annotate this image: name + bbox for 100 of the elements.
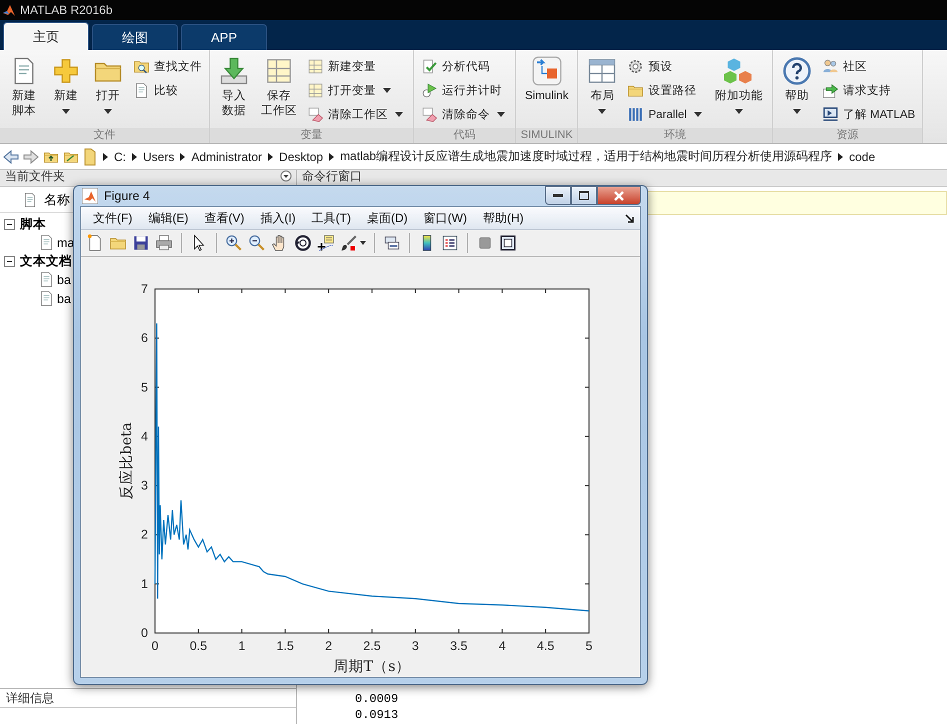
arrow-right-icon xyxy=(822,82,839,99)
breadcrumb-item[interactable]: Administrator xyxy=(191,150,262,164)
file-name[interactable]: ba xyxy=(57,272,71,286)
menu-item[interactable]: 帮助(H) xyxy=(474,210,532,226)
close-button[interactable] xyxy=(597,186,641,205)
maximize-button[interactable] xyxy=(571,186,597,205)
column-header[interactable]: 名称 xyxy=(44,190,70,208)
folder-search-icon xyxy=(133,58,150,75)
ribbon-button[interactable]: 新建 xyxy=(46,54,86,116)
tick-label: 7 xyxy=(141,282,148,296)
ribbon-button[interactable]: 预设 xyxy=(624,55,708,78)
panel-title: 当前文件夹 xyxy=(5,170,65,183)
ribbon-button[interactable]: 设置路径 xyxy=(624,79,708,102)
breadcrumb-arrow-icon xyxy=(132,152,137,160)
ribbon-button[interactable]: 布局 xyxy=(582,54,622,116)
ribbon-button[interactable]: 保存 工作区 xyxy=(256,54,302,121)
ribbon-button[interactable]: 导入 数据 xyxy=(214,54,254,121)
link-icon[interactable] xyxy=(383,234,401,252)
brush-icon[interactable] xyxy=(340,234,358,252)
tick-label: 4 xyxy=(141,429,148,444)
menu-item[interactable]: 文件(F) xyxy=(85,210,140,226)
minimize-icon xyxy=(553,194,563,198)
text-file-icon xyxy=(38,271,55,288)
breadcrumb-item[interactable]: Users xyxy=(143,150,174,164)
menu-item[interactable]: 编辑(E) xyxy=(140,210,196,226)
ribbon-tab[interactable]: 主页 xyxy=(3,22,89,50)
legend-icon[interactable] xyxy=(441,234,459,252)
eraser-icon xyxy=(307,106,324,123)
tick-label: 1 xyxy=(238,639,246,653)
command-output: 0.0913 xyxy=(355,707,400,723)
ribbon-button[interactable]: 附加功能 xyxy=(710,54,768,116)
breadcrumb-item[interactable]: C: xyxy=(114,150,126,164)
tick-label: 0 xyxy=(141,626,148,640)
tick-label: 0.5 xyxy=(190,639,208,653)
ribbon-button[interactable]: 社区 xyxy=(818,55,918,78)
settings-icon xyxy=(627,58,644,75)
breadcrumb-item[interactable]: Desktop xyxy=(279,150,324,164)
group-label: SIMULINK xyxy=(516,128,578,143)
tick-label: 2 xyxy=(325,639,332,653)
save-icon[interactable] xyxy=(132,234,150,252)
forward-arrow-icon[interactable] xyxy=(23,150,39,164)
panel-title: 命令行窗口 xyxy=(302,170,362,183)
ribbon-button[interactable]: 请求支持 xyxy=(818,79,918,102)
axis-label: 反应比beta xyxy=(119,422,135,500)
ribbon-button[interactable]: 运行并计时 xyxy=(418,79,511,102)
data-cursor-icon[interactable] xyxy=(317,234,335,252)
document-icon xyxy=(22,192,38,208)
collapse-icon[interactable] xyxy=(4,256,15,266)
group-label: 资源 xyxy=(772,128,922,143)
ribbon-button[interactable]: Parallel xyxy=(624,103,708,126)
tick-label: 2 xyxy=(141,528,148,542)
zoom-out-icon[interactable] xyxy=(248,234,266,252)
ribbon-tab[interactable]: 绘图 xyxy=(92,24,178,50)
ribbon-button[interactable]: 了解 MATLAB xyxy=(818,103,918,126)
window-icon[interactable] xyxy=(499,234,517,252)
download-arrow-icon xyxy=(219,56,249,86)
menu-item[interactable]: 窗口(W) xyxy=(416,210,475,226)
collapse-icon[interactable] xyxy=(4,218,15,230)
eraser-icon xyxy=(421,106,438,123)
breadcrumb-item[interactable]: matlab编程设计反应谱生成地震加速度时域过程，适用于结构地震时间历程分析使用源码程序 xyxy=(340,148,832,165)
breadcrumb-arrow-icon xyxy=(180,152,186,160)
back-arrow-icon[interactable] xyxy=(3,150,19,164)
ribbon-button[interactable]: 清除工作区 xyxy=(304,103,409,126)
file-name[interactable]: ba xyxy=(57,292,71,306)
ribbon-button[interactable]: 清除命令 xyxy=(418,103,511,126)
script-file-icon xyxy=(38,234,55,251)
caret-icon[interactable] xyxy=(360,241,366,245)
ribbon-button[interactable]: Simulink xyxy=(520,54,574,106)
ribbon-button[interactable]: 分析代码 xyxy=(418,55,511,78)
zoom-in-icon[interactable] xyxy=(225,234,243,252)
checked-document-icon xyxy=(421,58,438,75)
ribbon-button[interactable]: 新建 脚本 xyxy=(4,54,44,121)
ribbon-tab[interactable]: APP xyxy=(181,24,267,50)
menu-item[interactable]: 插入(I) xyxy=(252,210,304,226)
ribbon-button[interactable]: 帮助 xyxy=(776,54,817,116)
printer-icon[interactable] xyxy=(155,234,173,252)
breadcrumb-arrow-icon xyxy=(103,152,108,160)
folder-group-label[interactable]: 文本文档 xyxy=(20,252,72,270)
menu-item[interactable]: 工具(T) xyxy=(304,210,359,226)
group-label: 代码 xyxy=(414,128,515,143)
breadcrumb-arrow-icon xyxy=(268,152,274,160)
ribbon-button[interactable]: 新建变量 xyxy=(304,55,409,78)
menu-item[interactable]: 查看(V) xyxy=(196,210,252,226)
app-logo-icon xyxy=(82,188,98,204)
tick-label: 4.5 xyxy=(536,639,554,653)
minimize-button[interactable] xyxy=(545,186,571,205)
ribbon-button[interactable]: 打开变量 xyxy=(304,79,409,102)
menu-item[interactable]: 桌面(D) xyxy=(358,210,416,226)
tick-label: 5 xyxy=(141,380,148,394)
ribbon-button[interactable]: 查找文件 xyxy=(130,55,205,78)
cubes-icon xyxy=(724,56,754,86)
rotate-icon[interactable] xyxy=(294,234,312,252)
breadcrumb-item[interactable]: code xyxy=(849,150,876,164)
group-label: 文件 xyxy=(0,128,209,143)
bars-icon xyxy=(627,106,644,123)
ribbon-button[interactable]: 比较 xyxy=(130,79,205,102)
panel-menu-icon[interactable] xyxy=(280,170,292,182)
dock-arrow-icon[interactable] xyxy=(625,214,634,222)
folder-group-label[interactable]: 脚本 xyxy=(20,216,46,232)
ribbon-button[interactable]: 打开 xyxy=(88,54,128,116)
